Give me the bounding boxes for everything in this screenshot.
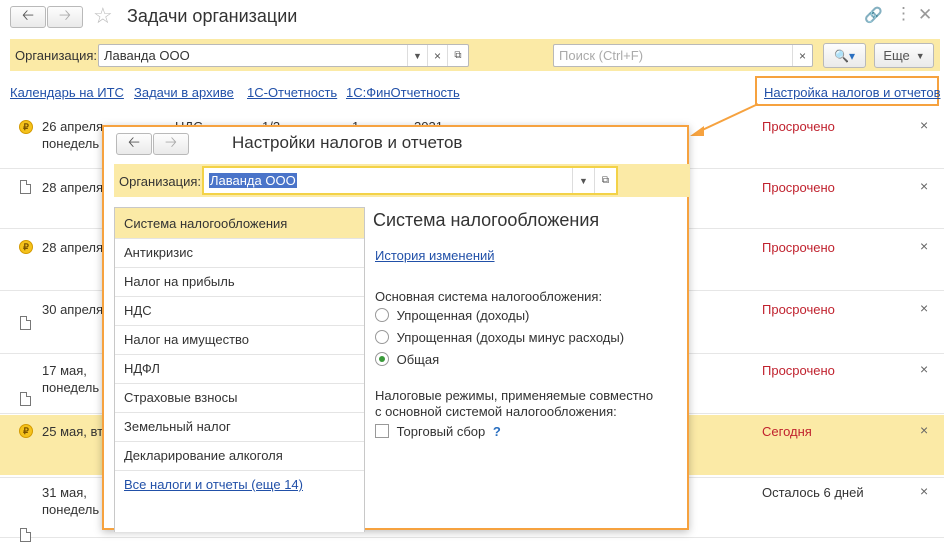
dialog-org-label: Организация:	[119, 174, 202, 189]
close-icon[interactable]: ×	[920, 117, 928, 133]
close-icon[interactable]: ×	[920, 422, 928, 438]
dialog-org-input[interactable]: Лаванда ООО ▼ ⧉	[202, 166, 618, 195]
nav-item-anticrisis[interactable]: Антикризис	[124, 245, 193, 260]
link-its-calendar[interactable]: Календарь на ИТС	[10, 85, 124, 100]
document-icon	[20, 316, 31, 330]
help-icon[interactable]: ?	[493, 424, 501, 439]
task-status: Осталось 6 дней	[762, 485, 864, 500]
arrow-right-icon: 🡢	[164, 133, 178, 151]
tax-settings-dialog: 🡠 🡢 Настройки налогов и отчетов Организа…	[102, 125, 690, 532]
clear-search-icon[interactable]: ×	[792, 45, 812, 66]
radio-option-general[interactable]: Общая	[375, 352, 439, 367]
open-icon[interactable]: ⧉	[594, 168, 616, 193]
org-filter-label: Организация:	[15, 48, 98, 63]
callout-arrow	[690, 103, 759, 136]
task-date: 25 мая, вт	[42, 424, 104, 439]
task-day: понедель	[42, 380, 100, 395]
link-1c-reporting[interactable]: 1С-Отчетность	[247, 85, 337, 100]
task-status: Просрочено	[762, 363, 835, 378]
close-icon[interactable]: ×	[920, 238, 928, 254]
radio-label: Общая	[396, 352, 440, 367]
dialog-org-value: Лаванда ООО	[209, 173, 297, 188]
radio-label: Упрощенная (доходы)	[396, 308, 530, 323]
radio-option-simplified-income-minus-expenses[interactable]: Упрощенная (доходы минус расходы)	[375, 330, 624, 345]
nav-item-ndfl[interactable]: НДФЛ	[124, 361, 160, 376]
task-status: Просрочено	[762, 180, 835, 195]
task-day: понедель	[42, 136, 100, 151]
close-icon[interactable]: ×	[920, 178, 928, 194]
nav-item-alcohol[interactable]: Декларирование алкоголя	[124, 448, 283, 463]
radio-icon	[375, 308, 389, 322]
task-status: Просрочено	[762, 119, 835, 134]
document-icon	[20, 528, 31, 542]
regimes-label-line1: Налоговые режимы, применяемые совместно	[375, 388, 654, 403]
nav-item-tax-system[interactable]: Система налогообложения	[124, 216, 287, 231]
clear-icon[interactable]: ×	[427, 45, 447, 66]
search-input[interactable]: Поиск (Ctrl+F) ×	[553, 44, 813, 67]
nav-item-land-tax[interactable]: Земельный налог	[124, 419, 231, 434]
search-button[interactable]: 🔍▾	[823, 43, 866, 68]
nav-item-profit-tax[interactable]: Налог на прибыль	[124, 274, 235, 289]
arrow-left-icon: 🡠	[127, 133, 141, 151]
close-window-icon[interactable]: ✕	[918, 5, 932, 25]
chevron-down-icon[interactable]: ▼	[572, 168, 594, 193]
link-icon[interactable]: 🔗	[864, 6, 883, 24]
link-tax-settings[interactable]: Настройка налогов и отчетов	[764, 85, 940, 100]
org-filter-input[interactable]: Лаванда ООО ▼ × ⧉	[98, 44, 469, 67]
nav-item-property-tax[interactable]: Налог на имущество	[124, 332, 249, 347]
trade-fee-label: Торговый сбор	[396, 424, 486, 439]
link-archived-tasks[interactable]: Задачи в архиве	[134, 85, 234, 100]
all-taxes-link[interactable]: Все налоги и отчеты (еще 14)	[124, 477, 303, 492]
window-title: Задачи организации	[127, 6, 298, 26]
forward-button[interactable]: 🡢	[47, 6, 83, 28]
close-icon[interactable]: ×	[920, 361, 928, 377]
main-system-label: Основная система налогообложения:	[375, 289, 603, 304]
close-icon[interactable]: ×	[920, 483, 928, 499]
dialog-forward-button[interactable]: 🡢	[153, 133, 189, 155]
task-date: 28 апреля	[42, 180, 103, 195]
arrow-right-icon: 🡢	[58, 6, 72, 24]
more-actions-icon[interactable]: ⋮	[895, 4, 912, 24]
arrow-left-icon: 🡠	[21, 6, 35, 24]
link-1c-finreporting[interactable]: 1С:ФинОтчетность	[346, 85, 460, 100]
document-icon	[20, 180, 31, 194]
dialog-title: Настройки налогов и отчетов	[232, 133, 463, 152]
more-button-label: Еще	[883, 48, 910, 63]
radio-option-simplified-income[interactable]: Упрощенная (доходы)	[375, 308, 529, 323]
chevron-down-icon: ▼	[915, 50, 925, 61]
regimes-label-line2: с основной системой налогообложения:	[375, 404, 617, 419]
radio-icon	[375, 330, 389, 344]
task-date: 17 мая,	[42, 363, 87, 378]
search-placeholder: Поиск (Ctrl+F)	[559, 48, 644, 63]
dialog-back-button[interactable]: 🡠	[116, 133, 152, 155]
payment-icon: ₽	[19, 240, 33, 254]
chevron-down-icon[interactable]: ▼	[407, 45, 427, 66]
task-day: понедель	[42, 502, 100, 517]
payment-icon: ₽	[19, 120, 33, 134]
org-filter-value: Лаванда ООО	[104, 48, 190, 63]
task-status: Просрочено	[762, 302, 835, 317]
nav-item-vat[interactable]: НДС	[124, 303, 152, 318]
task-date: 26 апреля	[42, 119, 103, 134]
task-date: 28 апреля	[42, 240, 103, 255]
task-status: Просрочено	[762, 240, 835, 255]
back-button[interactable]: 🡠	[10, 6, 46, 28]
radio-selected-icon	[375, 352, 389, 366]
open-icon[interactable]: ⧉	[447, 45, 468, 66]
task-date: 31 мая,	[42, 485, 87, 500]
payment-icon: ₽	[19, 424, 33, 438]
task-date: 30 апреля	[42, 302, 103, 317]
favorite-star-icon[interactable]: ☆	[93, 3, 113, 29]
task-status: Сегодня	[762, 424, 812, 439]
close-icon[interactable]: ×	[920, 300, 928, 316]
checkbox-icon	[375, 424, 389, 438]
nav-item-insurance[interactable]: Страховые взносы	[124, 390, 237, 405]
section-title: Система налогообложения	[373, 210, 600, 230]
radio-label: Упрощенная (доходы минус расходы)	[396, 330, 625, 345]
trade-fee-checkbox[interactable]: Торговый сбор ?	[375, 424, 501, 439]
search-icon: 🔍▾	[834, 48, 855, 63]
more-button[interactable]: Еще ▼	[874, 43, 934, 68]
document-icon	[20, 392, 31, 406]
history-link[interactable]: История изменений	[375, 248, 495, 263]
